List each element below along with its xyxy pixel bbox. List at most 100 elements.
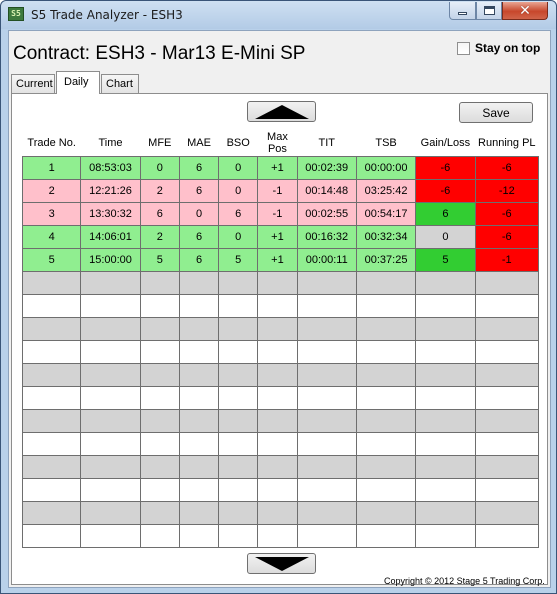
- empty-table-row[interactable]: [21, 385, 540, 410]
- empty-table-cell: [80, 477, 141, 502]
- empty-table-cell: [296, 316, 357, 341]
- maximize-button[interactable]: [476, 2, 502, 20]
- column-header-max-pos[interactable]: Max Pos: [257, 130, 298, 156]
- table-cell: -6: [415, 155, 476, 180]
- empty-table-cell: [139, 339, 180, 364]
- daily-panel: Save Trade No. Time MFE MAE BSO Max Pos …: [11, 93, 548, 585]
- empty-table-row[interactable]: [21, 500, 540, 525]
- empty-table-cell: [415, 293, 476, 318]
- close-icon: ✕: [519, 2, 531, 19]
- empty-table-cell: [257, 477, 298, 502]
- column-header-mae[interactable]: MAE: [179, 130, 219, 156]
- empty-table-cell: [474, 362, 540, 387]
- table-cell: 0: [178, 201, 220, 226]
- tab-current[interactable]: Current: [11, 74, 55, 93]
- app-icon[interactable]: S5: [8, 7, 24, 21]
- scroll-up-button[interactable]: [247, 101, 316, 122]
- empty-table-cell: [355, 339, 417, 364]
- empty-table-cell: [474, 385, 540, 410]
- empty-table-cell: [178, 454, 220, 479]
- empty-table-cell: [218, 270, 259, 295]
- table-cell: 00:37:25: [355, 247, 417, 272]
- empty-table-row[interactable]: [21, 293, 540, 318]
- empty-table-cell: [139, 523, 180, 548]
- table-cell: 00:16:32: [296, 224, 357, 249]
- table-row[interactable]: 3 13:30:32 6 0 6 -1 00:02:55 00:54:17 6 -6: [21, 201, 540, 226]
- empty-table-row[interactable]: [21, 316, 540, 341]
- empty-table-row[interactable]: [21, 431, 540, 456]
- column-header-running-pl[interactable]: Running PL: [475, 130, 539, 156]
- empty-table-cell: [257, 454, 298, 479]
- empty-table-row[interactable]: [21, 477, 540, 502]
- empty-table-cell: [355, 385, 417, 410]
- title-bar[interactable]: S5 S5 Trade Analyzer - ESH3 ✕: [1, 1, 556, 29]
- empty-table-cell: [474, 500, 540, 525]
- table-cell: 6: [139, 201, 180, 226]
- table-cell: 5: [415, 247, 476, 272]
- empty-table-cell: [80, 500, 141, 525]
- empty-table-cell: [415, 339, 476, 364]
- empty-table-cell: [355, 523, 417, 548]
- empty-table-cell: [257, 270, 298, 295]
- empty-table-cell: [21, 270, 82, 295]
- empty-table-cell: [218, 500, 259, 525]
- table-row[interactable]: 5 15:00:00 5 6 5 +1 00:00:11 00:37:25 5 -1: [21, 247, 540, 272]
- column-header-bso[interactable]: BSO: [218, 130, 258, 156]
- table-cell: 3: [21, 201, 82, 226]
- column-header-mfe[interactable]: MFE: [140, 130, 180, 156]
- table-cell: -12: [474, 178, 540, 203]
- empty-table-cell: [355, 293, 417, 318]
- empty-table-cell: [21, 408, 82, 433]
- tab-chart[interactable]: Chart: [101, 74, 139, 93]
- empty-table-cell: [296, 385, 357, 410]
- table-cell: 6: [218, 201, 259, 226]
- empty-table-cell: [474, 523, 540, 548]
- empty-table-cell: [415, 477, 476, 502]
- table-row[interactable]: 1 08:53:03 0 6 0 +1 00:02:39 00:00:00 -6 -6: [21, 155, 540, 180]
- column-header-time[interactable]: Time: [80, 130, 141, 156]
- column-header-tit[interactable]: TIT: [297, 130, 357, 156]
- empty-table-cell: [296, 477, 357, 502]
- table-cell: 13:30:32: [80, 201, 141, 226]
- empty-table-cell: [178, 385, 220, 410]
- scroll-down-button[interactable]: [247, 553, 316, 574]
- minimize-button[interactable]: [449, 2, 476, 20]
- empty-table-row[interactable]: [21, 339, 540, 364]
- empty-table-cell: [296, 500, 357, 525]
- empty-table-cell: [415, 408, 476, 433]
- table-cell: 0: [218, 178, 259, 203]
- save-button[interactable]: Save: [459, 102, 533, 123]
- empty-table-cell: [80, 316, 141, 341]
- empty-table-row[interactable]: [21, 270, 540, 295]
- empty-table-row[interactable]: [21, 454, 540, 479]
- empty-table-cell: [355, 362, 417, 387]
- tab-daily[interactable]: Daily: [56, 71, 100, 94]
- table-cell: +1: [257, 155, 298, 180]
- close-button[interactable]: ✕: [502, 2, 548, 20]
- empty-table-row[interactable]: [21, 362, 540, 387]
- empty-table-cell: [257, 316, 298, 341]
- empty-table-cell: [178, 523, 220, 548]
- empty-table-cell: [474, 431, 540, 456]
- table-cell: 00:00:00: [355, 155, 417, 180]
- empty-table-cell: [257, 362, 298, 387]
- empty-table-cell: [218, 339, 259, 364]
- column-header-tsb[interactable]: TSB: [356, 130, 416, 156]
- empty-table-cell: [257, 500, 298, 525]
- client-area: Contract: ESH3 - Mar13 E-Mini SP Stay on…: [8, 30, 551, 588]
- empty-table-cell: [21, 362, 82, 387]
- column-header-trade-no[interactable]: Trade No.: [22, 130, 81, 156]
- stay-on-top-label[interactable]: Stay on top: [475, 41, 540, 55]
- table-row[interactable]: 4 14:06:01 2 6 0 +1 00:16:32 00:32:34 0 -6: [21, 224, 540, 249]
- stay-on-top-checkbox[interactable]: [457, 42, 470, 55]
- table-cell: 00:32:34: [355, 224, 417, 249]
- table-row[interactable]: 2 12:21:26 2 6 0 -1 00:14:48 03:25:42 -6 -12: [21, 178, 540, 203]
- column-header-gain-loss[interactable]: Gain/Loss: [415, 130, 476, 156]
- empty-table-row[interactable]: [21, 523, 540, 548]
- empty-table-cell: [296, 454, 357, 479]
- empty-table-cell: [21, 339, 82, 364]
- up-arrow-icon: [254, 104, 309, 119]
- empty-table-cell: [21, 523, 82, 548]
- table-header-row: Trade No. Time MFE MAE BSO Max Pos TIT T…: [22, 130, 539, 156]
- empty-table-row[interactable]: [21, 408, 540, 433]
